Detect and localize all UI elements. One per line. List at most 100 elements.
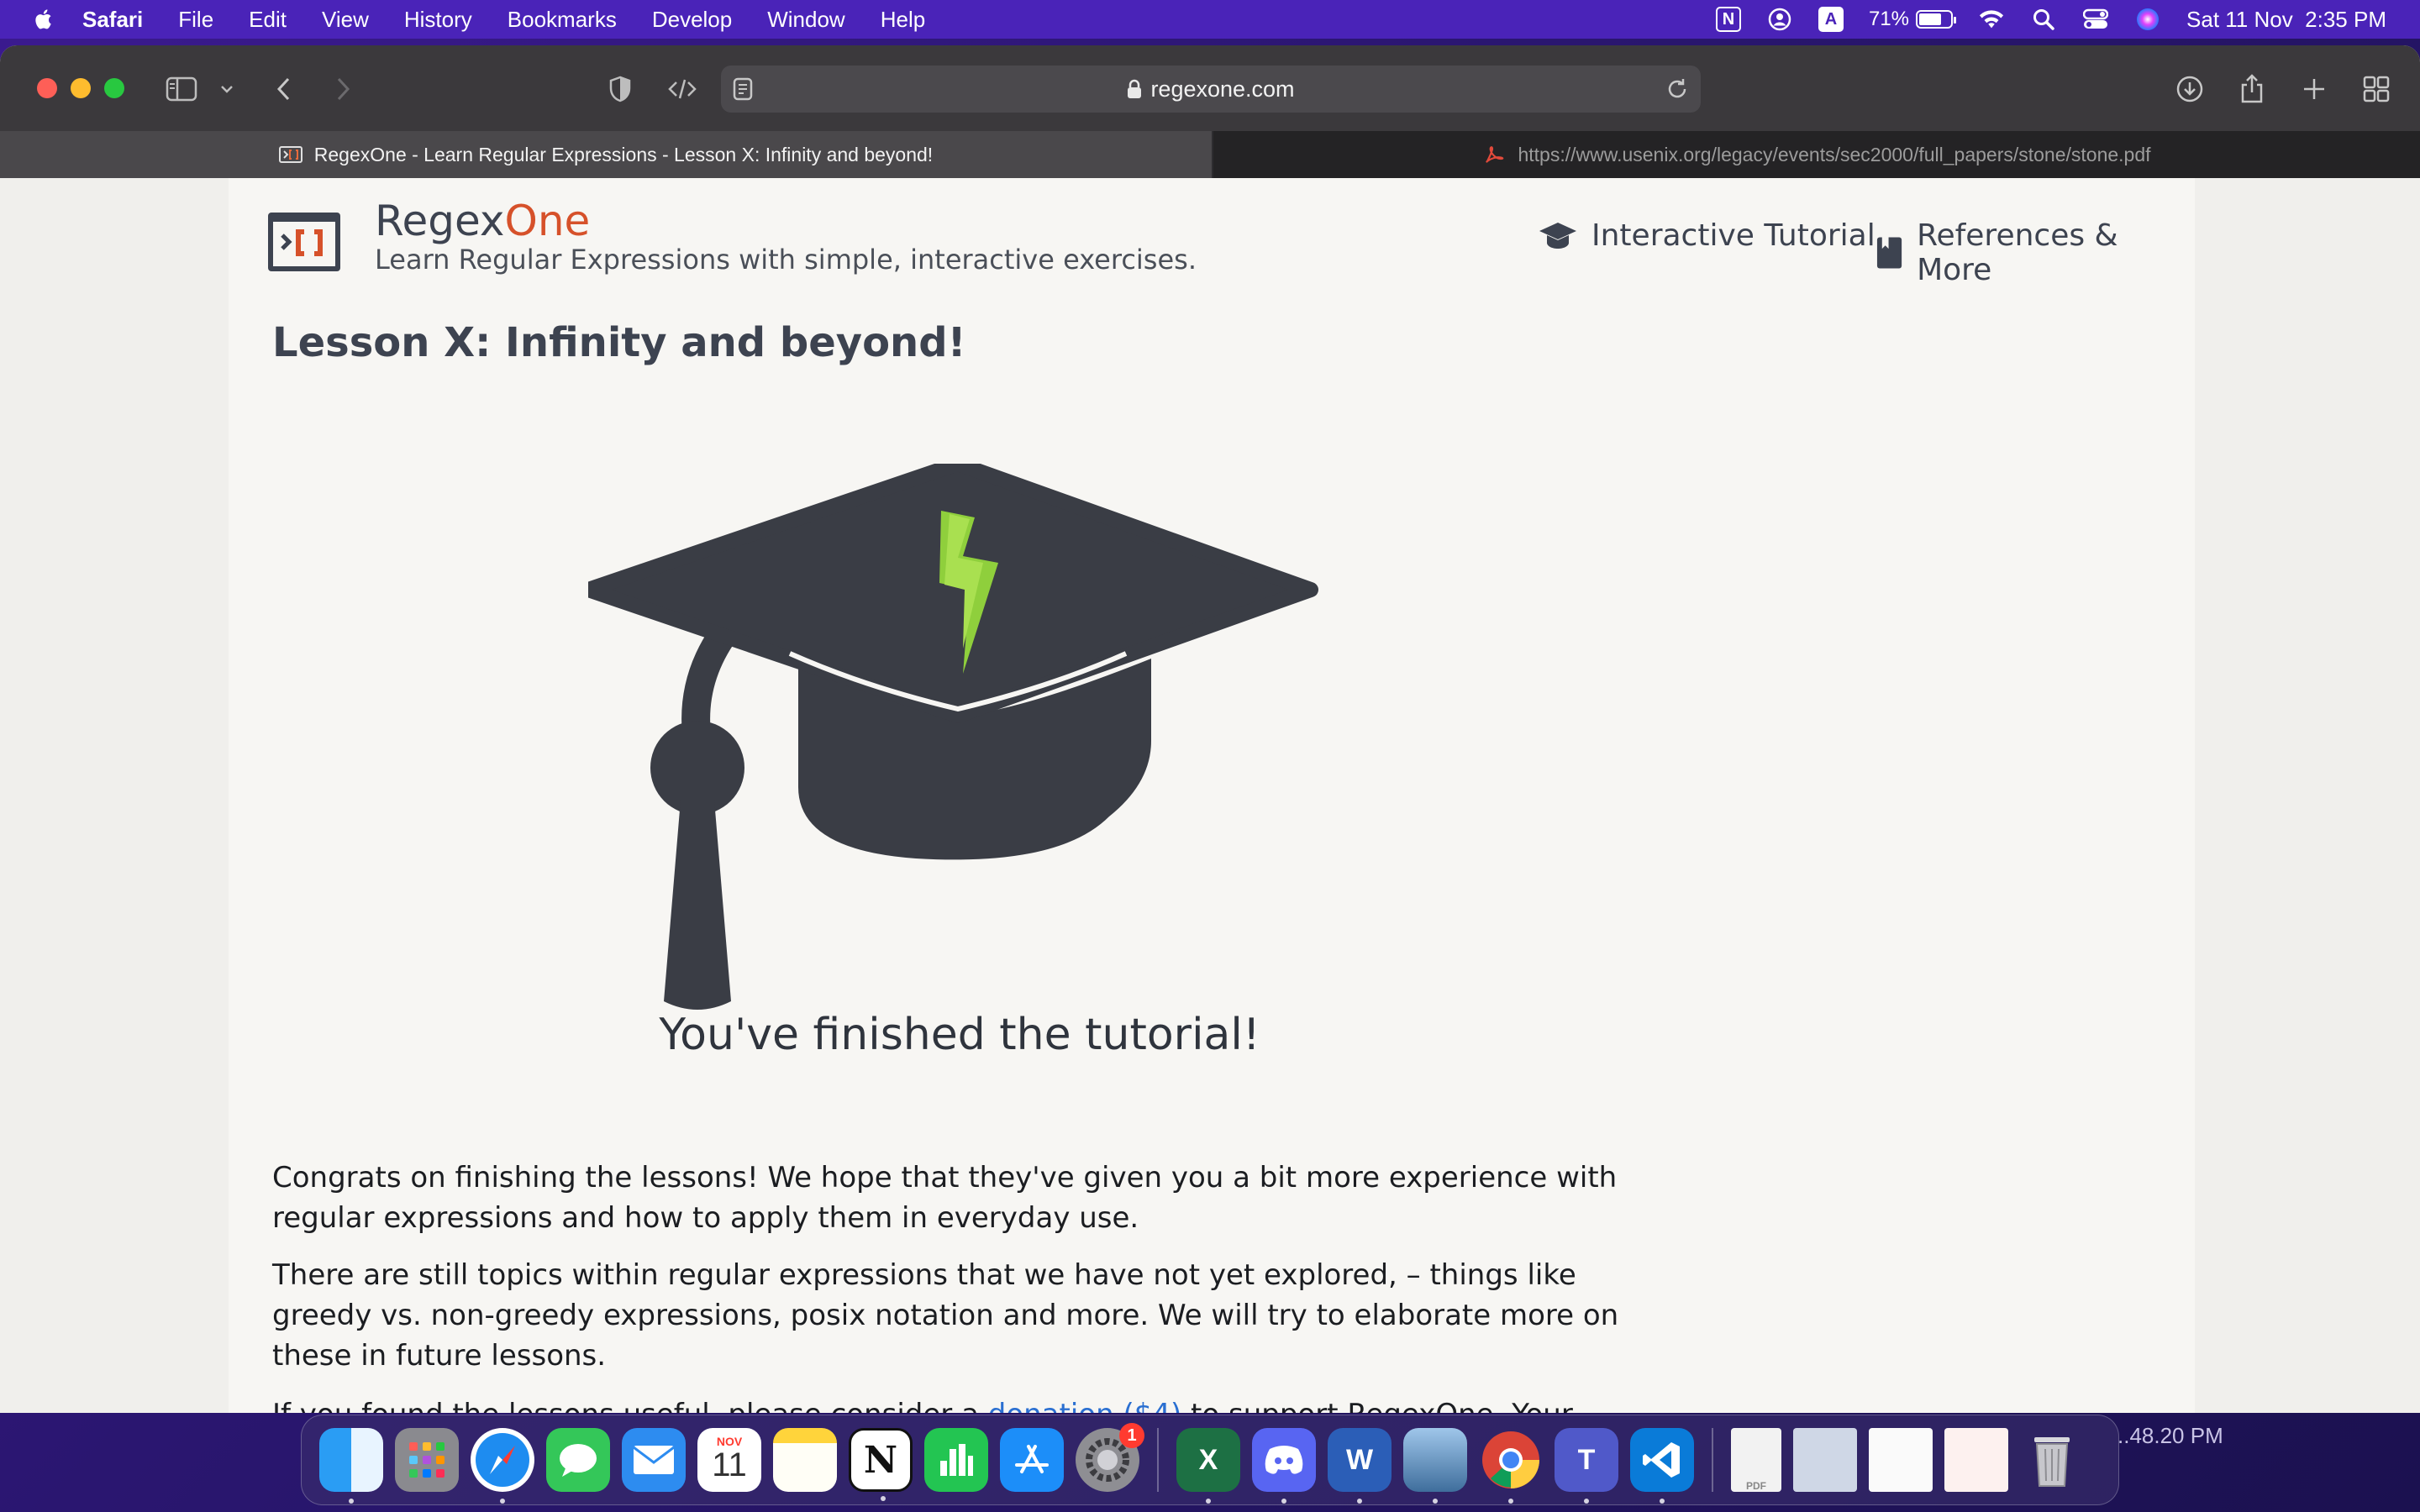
- menu-help[interactable]: Help: [881, 7, 925, 33]
- nav-interactive-tutorial[interactable]: Interactive Tutorial: [1538, 218, 1876, 253]
- menu-file[interactable]: File: [178, 7, 213, 33]
- dock-separator: [1157, 1428, 1159, 1492]
- chrome-icon[interactable]: [1479, 1428, 1543, 1504]
- dock-separator: [1712, 1428, 1713, 1492]
- donation-paragraph: If you found the lessons useful, please …: [272, 1394, 1650, 1413]
- tab-bar: RegexOne - Learn Regular Expressions - L…: [0, 131, 2420, 178]
- numbers-icon[interactable]: [924, 1428, 988, 1492]
- trash-icon[interactable]: [2020, 1428, 2084, 1492]
- launchpad-icon[interactable]: [395, 1428, 459, 1492]
- site-brand[interactable]: RegexOne: [375, 197, 590, 245]
- battery-status[interactable]: 71%: [1868, 8, 1957, 31]
- address-bar[interactable]: regexone.com: [721, 66, 1701, 113]
- reload-icon[interactable]: [1665, 77, 1689, 101]
- donation-link[interactable]: donation ($4): [988, 1398, 1182, 1413]
- share-icon[interactable]: [2235, 72, 2269, 106]
- recent-notion-file-icon[interactable]: [1944, 1428, 2008, 1492]
- tab-overview-icon[interactable]: [2360, 72, 2393, 106]
- word-icon[interactable]: W: [1328, 1428, 1392, 1504]
- discord-icon[interactable]: [1252, 1428, 1316, 1504]
- safari-window: regexone.com RegexOne - Learn Regular Ex…: [0, 45, 2420, 1413]
- user-circle-icon[interactable]: [1766, 6, 1793, 33]
- web-content: RegexOne Learn Regular Expressions with …: [0, 178, 2420, 1413]
- new-tab-icon[interactable]: [2297, 72, 2331, 106]
- nav-references-label: References & More: [1917, 218, 2118, 287]
- graduation-cap-icon: [1539, 222, 1576, 249]
- settings-badge: 1: [1119, 1423, 1144, 1448]
- back-icon[interactable]: [267, 72, 301, 106]
- menu-history[interactable]: History: [404, 7, 472, 33]
- preview-icon[interactable]: [1403, 1428, 1467, 1504]
- window-controls: [37, 78, 124, 98]
- donation-text-start: If you found the lessons useful, please …: [272, 1398, 988, 1413]
- sidebar-toggle-icon[interactable]: [165, 72, 198, 106]
- tab-usenix-pdf[interactable]: https://www.usenix.org/legacy/events/sec…: [1213, 131, 2420, 178]
- battery-percent: 71%: [1868, 8, 1910, 30]
- notes-icon[interactable]: [773, 1428, 837, 1492]
- congrats-paragraph: Congrats on finishing the lessons! We ho…: [272, 1161, 1618, 1235]
- tutorial-finished-heading: You've finished the tutorial!: [659, 1010, 1260, 1060]
- calendar-day: 11: [712, 1446, 747, 1483]
- messages-icon[interactable]: [546, 1428, 610, 1492]
- siri-icon[interactable]: [2134, 6, 2161, 33]
- finder-icon[interactable]: [319, 1428, 383, 1504]
- pdf-favicon-icon: [1486, 146, 1504, 163]
- menu-bookmarks[interactable]: Bookmarks: [508, 7, 617, 33]
- book-icon: [1876, 237, 1902, 269]
- browser-toolbar: regexone.com: [0, 45, 2420, 131]
- graduation-cap-illustration: [588, 464, 1318, 1010]
- regexone-logo[interactable]: [266, 210, 343, 274]
- dock: NOV 11 N 1 X W T PDF: [301, 1415, 2119, 1505]
- menu-view[interactable]: View: [322, 7, 369, 33]
- privacy-shield-icon[interactable]: [603, 72, 637, 106]
- recent-screenshot-icon[interactable]: [1793, 1428, 1857, 1492]
- vscode-icon[interactable]: [1630, 1428, 1694, 1504]
- tab-title: https://www.usenix.org/legacy/events/sec…: [1518, 143, 2151, 165]
- mail-icon[interactable]: [622, 1428, 686, 1492]
- brand-one: One: [504, 197, 591, 245]
- tab-regexone[interactable]: RegexOne - Learn Regular Expressions - L…: [0, 131, 1212, 178]
- lock-icon: [1128, 79, 1142, 98]
- minimize-button[interactable]: [71, 78, 91, 98]
- site-tagline: Learn Regular Expressions with simple, i…: [375, 244, 1197, 276]
- control-center-icon[interactable]: [2082, 6, 2109, 33]
- brand-regex: Regex: [375, 197, 505, 245]
- input-source-icon[interactable]: A: [1818, 7, 1844, 32]
- regexone-page: RegexOne Learn Regular Expressions with …: [229, 178, 2195, 1413]
- menu-develop[interactable]: Develop: [652, 7, 732, 33]
- menu-clock[interactable]: Sat 11 Nov 2:35 PM: [2186, 7, 2386, 33]
- nav-tutorial-label: Interactive Tutorial: [1591, 218, 1876, 253]
- notion-icon[interactable]: N: [1715, 7, 1741, 32]
- menu-app-name[interactable]: Safari: [82, 7, 143, 33]
- calendar-icon[interactable]: NOV 11: [697, 1428, 761, 1492]
- spotlight-icon[interactable]: [2030, 6, 2057, 33]
- system-settings-icon[interactable]: 1: [1076, 1423, 1144, 1492]
- recent-document-icon[interactable]: [1869, 1428, 1933, 1492]
- desktop-file-label[interactable]: ..48.20 PM: [2118, 1423, 2223, 1449]
- menu-edit[interactable]: Edit: [249, 7, 287, 33]
- excel-icon[interactable]: X: [1176, 1428, 1240, 1504]
- battery-icon: [1916, 10, 1957, 29]
- topics-paragraph: There are still topics within regular ex…: [272, 1258, 1619, 1373]
- apple-icon[interactable]: [34, 8, 52, 30]
- notion-app-icon[interactable]: N: [849, 1428, 913, 1501]
- menu-bar: Safari File Edit View History Bookmarks …: [0, 0, 2420, 39]
- close-button[interactable]: [37, 78, 57, 98]
- reader-icon[interactable]: [733, 77, 753, 101]
- menu-window[interactable]: Window: [767, 7, 844, 33]
- nav-references[interactable]: References & More: [1876, 218, 2195, 287]
- recent-pdf-icon[interactable]: PDF: [1731, 1428, 1781, 1492]
- chevron-down-icon[interactable]: [210, 72, 244, 106]
- lesson-title: Lesson X: Infinity and beyond!: [272, 319, 966, 366]
- regexone-favicon-icon: [278, 146, 302, 163]
- url-text: regexone.com: [1150, 76, 1295, 102]
- zoom-button[interactable]: [104, 78, 124, 98]
- forward-icon[interactable]: [326, 72, 360, 106]
- safari-icon[interactable]: [471, 1428, 534, 1504]
- wifi-icon[interactable]: [1978, 6, 2005, 33]
- downloads-icon[interactable]: [2173, 72, 2207, 106]
- teams-icon[interactable]: T: [1555, 1428, 1618, 1504]
- tab-title: RegexOne - Learn Regular Expressions - L…: [313, 143, 934, 165]
- app-store-icon[interactable]: [1000, 1428, 1064, 1492]
- code-icon[interactable]: [666, 72, 699, 106]
